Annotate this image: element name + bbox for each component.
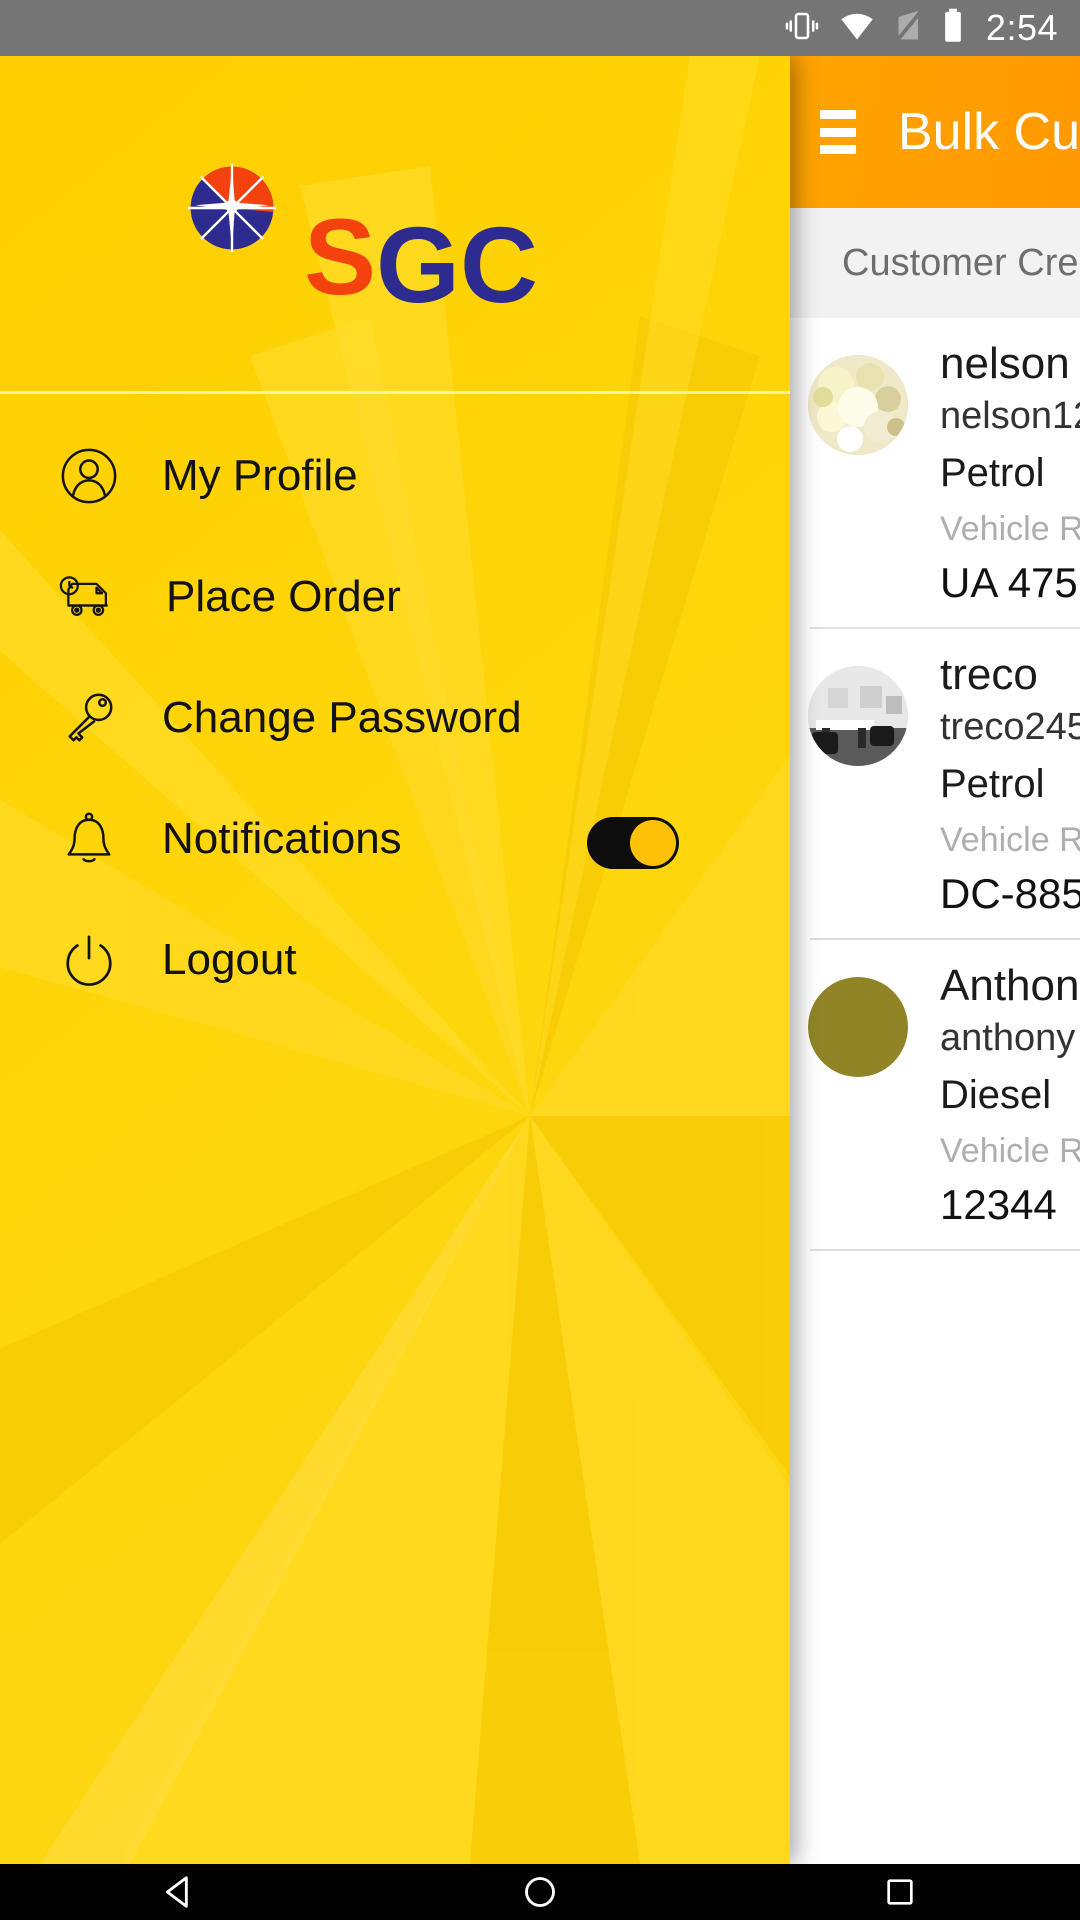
drawer-header: S GC <box>0 56 790 392</box>
system-navigation-bar <box>0 1864 1080 1920</box>
sidebar-item-label: My Profile <box>162 451 358 500</box>
navigation-drawer: S GC My Profile Place Order Change Passw… <box>0 56 790 1864</box>
phone-screen: Bulk Cu Customer Cred nelson nelson12 Pe… <box>0 0 1080 1920</box>
sidebar-item-label: Notifications <box>162 814 402 863</box>
signal-off-icon <box>893 7 924 49</box>
brand-letter-s: S <box>304 210 376 317</box>
sidebar-item-label: Place Order <box>166 572 401 621</box>
status-clock: 2:54 <box>985 7 1058 48</box>
power-icon <box>58 929 120 991</box>
status-bar: 2:54 <box>0 0 1080 56</box>
back-triangle-icon[interactable] <box>0 1864 360 1920</box>
drawer-menu: My Profile Place Order Change Password N… <box>0 416 790 1008</box>
brand-wordmark: S GC <box>304 196 574 325</box>
home-circle-icon[interactable] <box>360 1864 720 1920</box>
sidebar-item-label: Logout <box>162 935 297 984</box>
vibrate-icon <box>784 8 820 49</box>
sidebar-item-change-password[interactable]: Change Password <box>0 670 790 766</box>
battery-icon <box>942 7 964 50</box>
sunburst-logo-icon <box>186 162 278 259</box>
delivery-truck-icon <box>58 566 120 628</box>
sidebar-item-logout[interactable]: Logout <box>0 912 790 1008</box>
drawer-header-divider <box>0 391 790 394</box>
key-icon <box>58 687 120 749</box>
sidebar-item-place-order[interactable]: Place Order <box>0 549 790 645</box>
sidebar-item-my-profile[interactable]: My Profile <box>0 428 790 524</box>
notifications-toggle[interactable] <box>587 817 679 869</box>
sidebar-item-notifications[interactable]: Notifications <box>0 791 790 887</box>
user-circle-icon <box>58 445 120 507</box>
recents-square-icon[interactable] <box>720 1864 1080 1920</box>
toggle-knob <box>630 820 676 866</box>
wifi-icon <box>838 8 876 49</box>
bell-icon <box>58 808 120 870</box>
sidebar-item-label: Change Password <box>162 693 522 742</box>
brand-letters-gc: GC <box>376 210 538 320</box>
